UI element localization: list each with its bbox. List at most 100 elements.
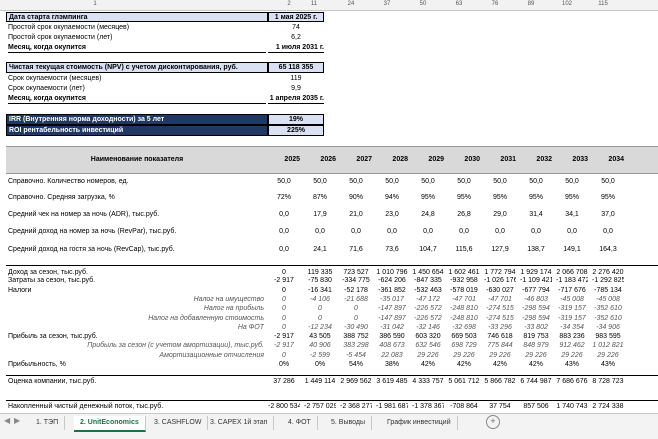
cell-label[interactable]: Месяц, когда окупится (8, 43, 266, 53)
row-value[interactable]: -1 378 367 (412, 402, 444, 411)
cell-label[interactable]: Месяц, когда окупится (8, 94, 266, 104)
row-value[interactable]: 95% (484, 193, 516, 202)
row-value[interactable]: 0,0 (376, 227, 408, 236)
row-value[interactable]: 43% (556, 360, 588, 369)
row-value[interactable]: 50,0 (592, 177, 624, 186)
row-value[interactable]: 95% (412, 193, 444, 202)
column-header[interactable]: 63 (456, 1, 463, 7)
column-header[interactable]: 115 (598, 1, 608, 7)
row-value[interactable]: 50,0 (340, 177, 372, 186)
row-value[interactable]: 6 744 987 (520, 377, 552, 386)
column-header[interactable]: 2 (287, 1, 290, 7)
row-value[interactable]: -2 368 277 (340, 402, 372, 411)
row-label[interactable]: Средний доход на гостя за ночь (RevCap),… (8, 245, 264, 254)
row-value[interactable]: 0,0 (592, 227, 624, 236)
sheet-tab-active[interactable]: 2. UnitEconomics (74, 416, 146, 432)
row-value[interactable]: 5 866 782 (484, 377, 516, 386)
row-value[interactable]: 50,0 (556, 177, 588, 186)
row-value[interactable]: 0% (304, 360, 336, 369)
cell-value[interactable]: 225% (268, 125, 324, 136)
year-header[interactable]: 2032 (520, 155, 552, 164)
row-value[interactable]: 90% (340, 193, 372, 202)
column-header[interactable]: 37 (384, 1, 391, 7)
column-header[interactable]: 102 (562, 1, 572, 7)
column-header[interactable]: 24 (348, 1, 355, 7)
year-header[interactable]: 2030 (448, 155, 480, 164)
row-value[interactable]: 31,4 (520, 210, 552, 219)
row-value[interactable]: 95% (592, 193, 624, 202)
row-label[interactable]: Накопленный чистый денежный поток, тыс.р… (8, 402, 264, 411)
column-header[interactable]: 89 (528, 1, 535, 7)
row-value[interactable]: 138,7 (520, 245, 552, 254)
row-value[interactable]: 42% (484, 360, 516, 369)
cell-label[interactable]: Срок окупаемости (лет) (8, 84, 266, 93)
row-value[interactable]: 37 754 (484, 402, 516, 411)
row-value[interactable]: 857 506 (520, 402, 552, 411)
row-value[interactable]: 127,9 (484, 245, 516, 254)
cell-value[interactable]: 1 мая 2025 г. (268, 12, 324, 22)
row-value[interactable]: 50,0 (376, 177, 408, 186)
row-value[interactable]: 164,3 (592, 245, 624, 254)
tab-scroll-left-icon[interactable]: ◀ (4, 416, 10, 425)
column-header[interactable]: 1 (93, 1, 96, 7)
row-value[interactable]: 50,0 (268, 177, 300, 186)
row-value[interactable]: 0,0 (484, 227, 516, 236)
row-label[interactable]: Средний чек на номер за ночь (ADR), тыс.… (8, 210, 264, 219)
row-value[interactable]: 7 686 676 (556, 377, 588, 386)
year-header[interactable]: 2033 (556, 155, 588, 164)
row-value[interactable]: 17,9 (304, 210, 336, 219)
year-header[interactable]: 2029 (412, 155, 444, 164)
row-value[interactable]: 3 619 485 (376, 377, 408, 386)
row-value[interactable]: 0,0 (268, 245, 300, 254)
row-value[interactable]: 1 449 114 (304, 377, 336, 386)
row-value[interactable]: 95% (520, 193, 552, 202)
cell-value[interactable]: 119 (268, 74, 324, 83)
row-value[interactable]: 21,0 (340, 210, 372, 219)
row-value[interactable]: 71,6 (340, 245, 372, 254)
row-value[interactable]: 26,8 (448, 210, 480, 219)
row-value[interactable]: 24,8 (412, 210, 444, 219)
row-value[interactable]: 95% (556, 193, 588, 202)
row-value[interactable]: 42% (448, 360, 480, 369)
row-value[interactable]: 1 740 743 (556, 402, 588, 411)
row-label[interactable]: Оценка компании, тыс.руб. (8, 377, 264, 386)
cell-value[interactable]: 74 (268, 23, 324, 32)
row-value[interactable]: 0,0 (268, 210, 300, 219)
year-header[interactable]: 2028 (376, 155, 408, 164)
tab-scroll-right-icon[interactable]: ▶ (14, 416, 20, 425)
row-value[interactable]: 104,7 (412, 245, 444, 254)
row-value[interactable]: 4 333 757 (412, 377, 444, 386)
cell-label[interactable]: ROI рентабельность инвестиций (6, 125, 268, 136)
header-label[interactable]: Наименование показателя (6, 155, 268, 164)
sheet-tab[interactable]: 4. ФОТ (282, 416, 318, 430)
row-label[interactable]: Справочно. Количество номеров, ед. (8, 177, 264, 186)
row-value[interactable]: -2 800 534 (268, 402, 300, 411)
year-header[interactable]: 2025 (268, 155, 300, 164)
row-value[interactable]: 115,6 (448, 245, 480, 254)
year-header[interactable]: 2027 (340, 155, 372, 164)
row-label[interactable]: Средний доход на номер за ночь (RevPar),… (8, 227, 264, 236)
row-value[interactable]: 43% (592, 360, 624, 369)
sheet-tab[interactable]: 5. Выводы (325, 416, 372, 430)
row-value[interactable]: 0,0 (520, 227, 552, 236)
row-value[interactable]: 42% (412, 360, 444, 369)
row-value[interactable]: 0,0 (268, 227, 300, 236)
year-header[interactable]: 2026 (304, 155, 336, 164)
cell-value[interactable]: 1 апреля 2035 г. (268, 94, 324, 104)
row-value[interactable]: -2 757 029 (304, 402, 336, 411)
column-header[interactable]: 76 (492, 1, 499, 7)
sheet-tab[interactable]: 3. CAPEX 1й этап (204, 416, 275, 430)
year-header[interactable]: 2031 (484, 155, 516, 164)
row-value[interactable]: 149,1 (556, 245, 588, 254)
add-sheet-icon[interactable]: + (486, 415, 500, 429)
cell-label[interactable]: Простой срок окупаемости (лет) (8, 33, 266, 42)
row-value[interactable]: 73,6 (376, 245, 408, 254)
row-value[interactable]: 54% (340, 360, 372, 369)
row-value[interactable]: 50,0 (304, 177, 336, 186)
cell-label[interactable]: Дата старта глэмпинга (6, 12, 268, 22)
row-value[interactable]: 29,0 (484, 210, 516, 219)
row-value[interactable]: 5 061 712 (448, 377, 480, 386)
cell-label[interactable]: Срок окупаемости (месяцев) (8, 74, 266, 83)
row-value[interactable]: 50,0 (484, 177, 516, 186)
row-value[interactable]: 87% (304, 193, 336, 202)
